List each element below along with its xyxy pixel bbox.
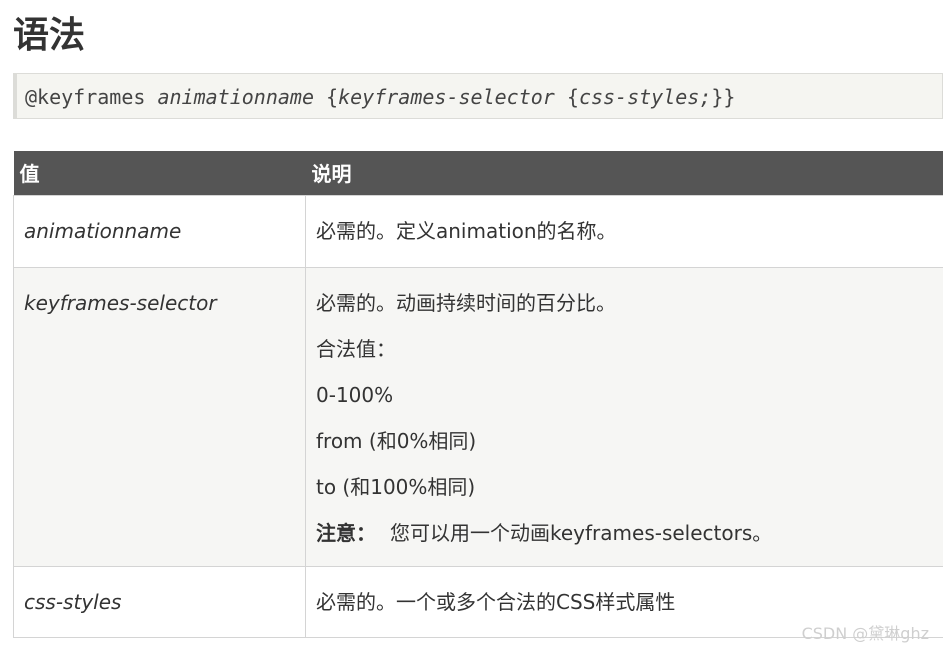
code-animation-name: animationname xyxy=(157,85,314,109)
note-text: 您可以用一个动画keyframes-selectors。 xyxy=(390,520,773,545)
code-brace: { xyxy=(554,85,579,109)
code-styles: css-styles; xyxy=(578,85,712,109)
table-row: animationname 必需的。定义animation的名称。 xyxy=(13,194,943,268)
value-cell: css-styles xyxy=(13,565,306,638)
description-line: 必需的。一个或多个合法的CSS样式属性 xyxy=(316,589,676,614)
watermark: CSDN @黛琳ghz xyxy=(801,624,929,643)
value-cell: keyframes-selector xyxy=(13,266,306,567)
note-label: 注意： xyxy=(316,520,376,545)
column-header-value: 值 xyxy=(13,151,306,195)
value-cell: animationname xyxy=(13,194,306,268)
code-brace: { xyxy=(314,85,339,109)
page: 语法 @keyframes animationname {keyframes-s… xyxy=(0,0,943,652)
description-line: 合法值： xyxy=(316,336,396,361)
code-keyword: @keyframes xyxy=(25,85,158,109)
syntax-table: 值 说明 animationname 必需的。定义animation的名称。 k… xyxy=(13,151,943,638)
description-line: from (和0%相同) xyxy=(316,428,477,453)
table-header-row: 值 说明 xyxy=(13,151,943,195)
code-selector: keyframes-selector xyxy=(338,85,555,109)
description-line: 必需的。定义animation的名称。 xyxy=(316,218,617,243)
note-line: 注意： 您可以用一个动画keyframes-selectors。 xyxy=(316,520,933,546)
description-line: 必需的。动画持续时间的百分比。 xyxy=(316,290,616,315)
column-header-description: 说明 xyxy=(305,151,943,195)
syntax-code-block: @keyframes animationname {keyframes-sele… xyxy=(13,73,943,119)
table-row: keyframes-selector 必需的。动画持续时间的百分比。 合法值： … xyxy=(13,266,943,567)
description-cell: 必需的。定义animation的名称。 xyxy=(305,194,943,268)
description-line: 0-100% xyxy=(316,382,394,407)
code-close: }} xyxy=(711,85,736,109)
description-line: to (和100%相同) xyxy=(316,474,476,499)
section-heading: 语法 xyxy=(13,15,86,56)
description-cell: 必需的。动画持续时间的百分比。 合法值： 0-100% from (和0%相同)… xyxy=(305,266,943,567)
